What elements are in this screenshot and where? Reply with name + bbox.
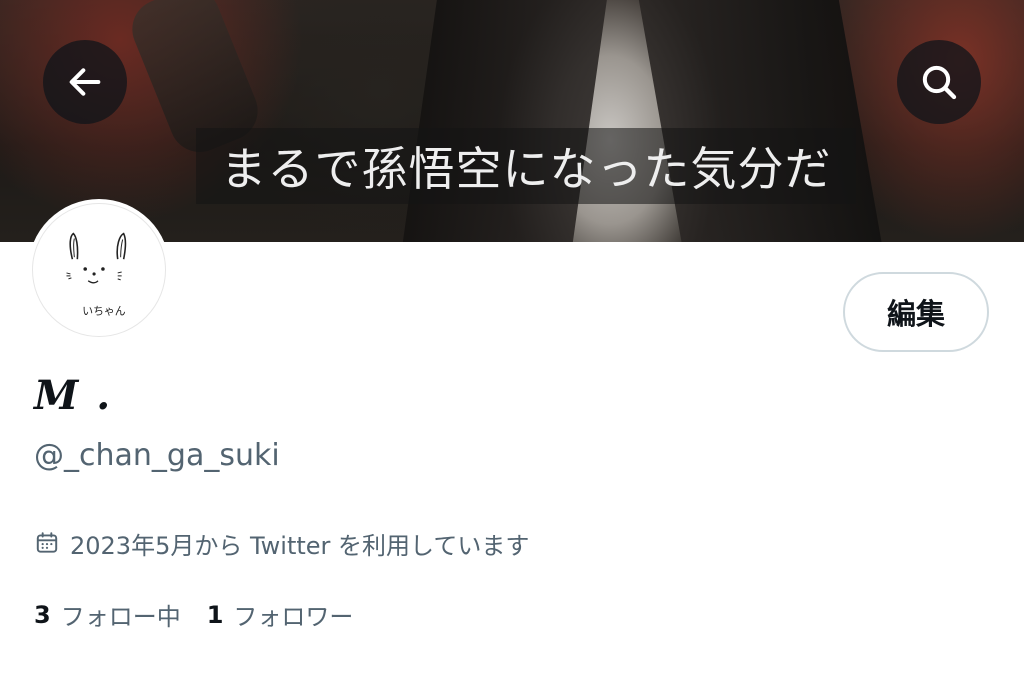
followers-count: 1: [206, 600, 224, 629]
edit-profile-button[interactable]: 編集: [843, 272, 989, 352]
avatar-signature: いちゃん: [82, 304, 125, 317]
calendar-icon: [36, 532, 58, 553]
following-link[interactable]: 3 フォロー中: [34, 597, 181, 632]
username-handle: @_chan_ga_suki: [34, 438, 280, 473]
banner-figure: [400, 0, 610, 242]
following-label: フォロー中: [60, 603, 181, 631]
arrow-left-icon: [69, 68, 101, 96]
rabbit-doodle-avatar: いちゃん: [66, 232, 127, 317]
joined-date: 2023年5月から Twitter を利用しています: [34, 525, 529, 561]
banner-subtitle: まるで孫悟空になった気分だ: [196, 128, 856, 204]
search-button[interactable]: [897, 40, 981, 124]
following-count: 3: [34, 600, 51, 629]
display-name: M .: [34, 372, 113, 419]
avatar[interactable]: いちゃん: [32, 203, 166, 337]
follow-stats: 3 フォロー中 1 フォロワー: [34, 597, 379, 632]
followers-link[interactable]: 1 フォロワー: [207, 597, 354, 632]
search-icon: [922, 65, 957, 100]
joined-text: 2023年5月から Twitter を利用しています: [70, 531, 530, 560]
followers-label: フォロワー: [233, 603, 354, 631]
banner-figure: [635, 0, 885, 242]
back-button[interactable]: [43, 40, 127, 124]
